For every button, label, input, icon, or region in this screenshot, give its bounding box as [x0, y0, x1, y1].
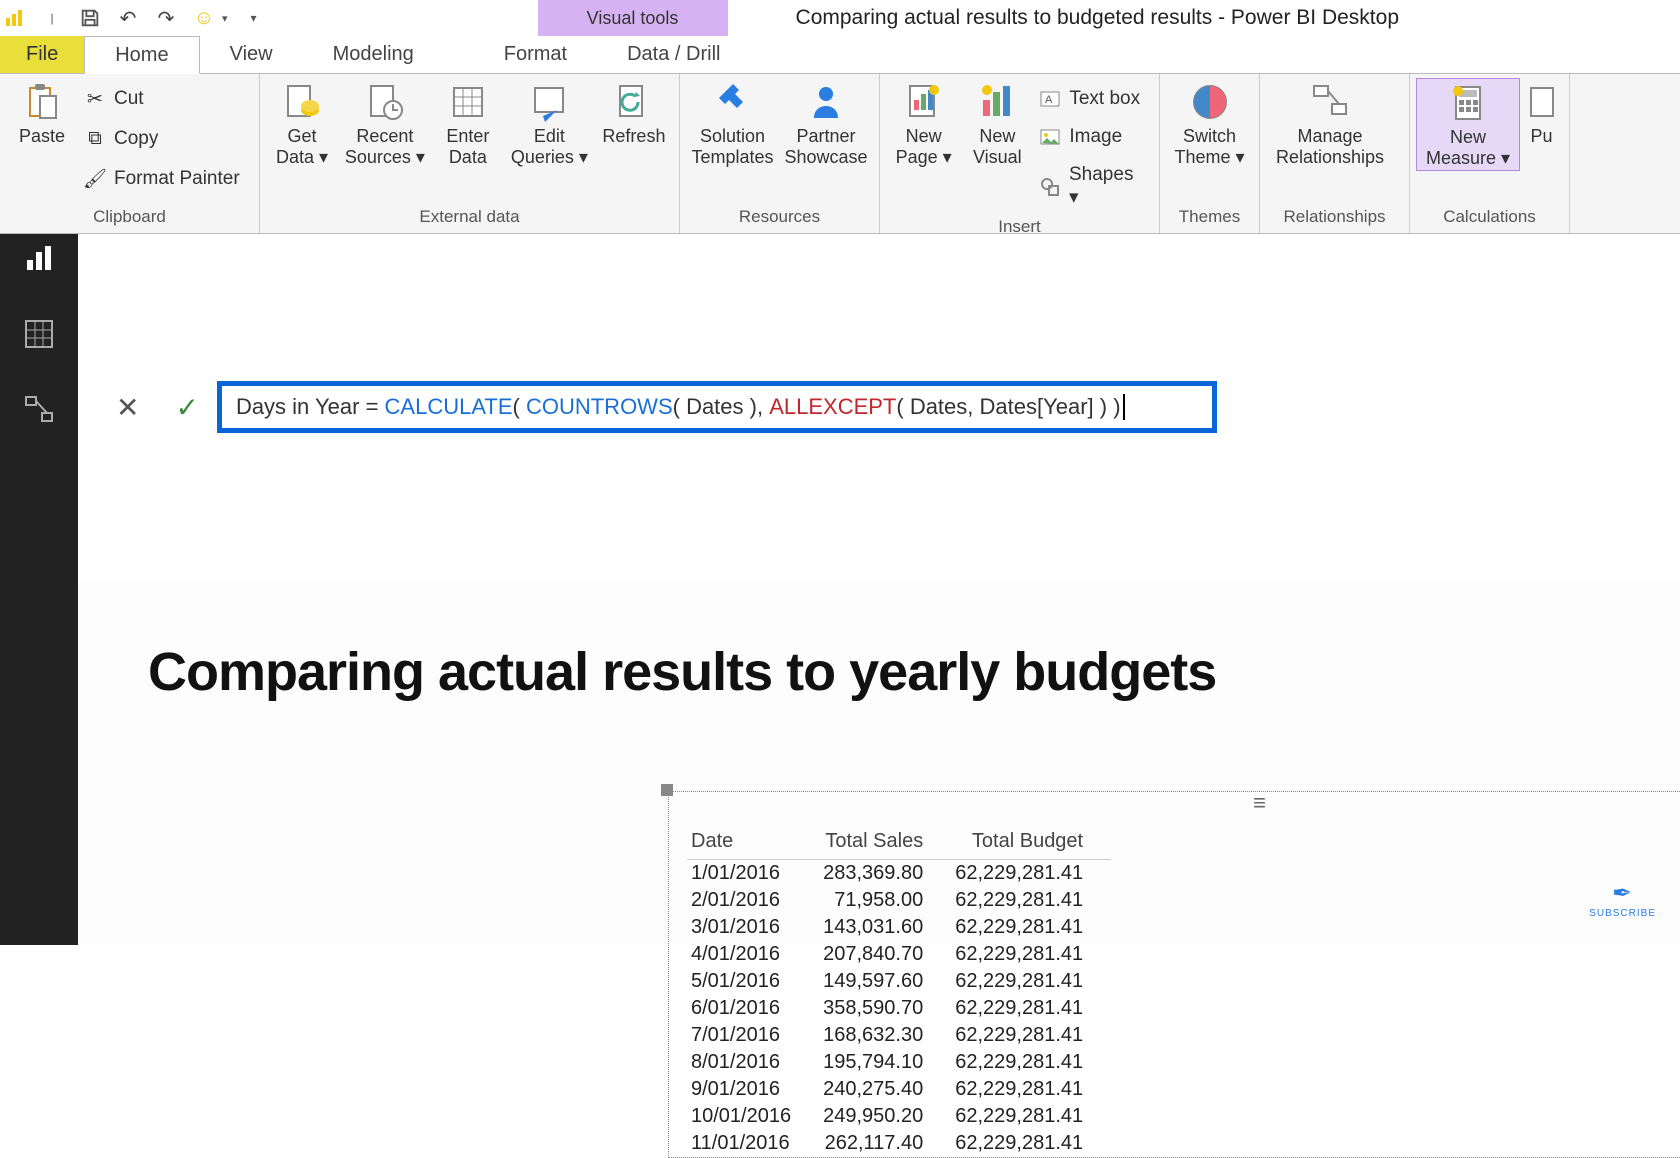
table-row[interactable]: 9/01/2016240,275.4062,229,281.41 — [687, 1076, 1111, 1103]
table-row[interactable]: 8/01/2016195,794.1062,229,281.41 — [687, 1049, 1111, 1076]
copy-icon: ⧉ — [84, 128, 106, 150]
group-relationships: Manage Relationships Relationships — [1260, 74, 1410, 233]
refresh-button[interactable]: Refresh — [595, 78, 673, 149]
table-row[interactable]: 2/01/201671,958.0062,229,281.41 — [687, 887, 1111, 914]
manage-relationships-button[interactable]: Manage Relationships — [1266, 78, 1394, 169]
qat-customize-icon[interactable]: ▾ — [242, 6, 266, 30]
table-row[interactable]: 1/01/2016283,369.8062,229,281.41 — [687, 859, 1111, 887]
group-external-data: Get Data ▾ Recent Sources ▾ Enter Data E… — [260, 74, 680, 233]
ribbon-tabs: File Home View Modeling Format Data / Dr… — [0, 36, 1680, 74]
report-canvas[interactable]: Comparing actual results to yearly budge… — [78, 581, 1680, 946]
redo-icon[interactable]: ↷ — [154, 6, 178, 30]
edit-queries-icon — [527, 80, 571, 124]
table-row[interactable]: 10/01/2016249,950.2062,229,281.41 — [687, 1103, 1111, 1130]
feedback-dropdown-icon[interactable]: ▾ — [222, 12, 228, 25]
publish-icon — [1520, 80, 1564, 124]
group-insert: New Page ▾ New Visual AText box Image Sh… — [880, 74, 1160, 233]
formula-bar: ✕ ✓ Days in Year = CALCULATE( COUNTROWS(… — [78, 234, 1680, 581]
quick-access-toolbar: | ↶ ↷ ☺ ▾ ▾ — [0, 0, 266, 36]
paste-button[interactable]: Paste — [6, 78, 78, 149]
new-visual-icon — [975, 80, 1019, 124]
group-resources: Solution Templates Partner Showcase Reso… — [680, 74, 880, 233]
recent-sources-icon — [363, 80, 407, 124]
svg-text:A: A — [1045, 94, 1053, 106]
formula-input[interactable]: Days in Year = CALCULATE( COUNTROWS( Dat… — [217, 381, 1217, 433]
new-page-button[interactable]: New Page ▾ — [886, 78, 961, 169]
get-data-button[interactable]: Get Data ▾ — [266, 78, 338, 169]
page-title: Comparing actual results to yearly budge… — [118, 611, 1640, 743]
table-row[interactable]: 6/01/2016358,590.7062,229,281.41 — [687, 995, 1111, 1022]
get-data-icon — [280, 80, 324, 124]
text-cursor — [1123, 394, 1125, 420]
new-visual-button[interactable]: New Visual — [961, 78, 1033, 169]
partner-showcase-icon — [804, 80, 848, 124]
group-themes: Switch Theme ▾ Themes — [1160, 74, 1260, 233]
subscribe-watermark: SUBSCRIBE — [1589, 879, 1656, 919]
cut-button[interactable]: ✂Cut — [78, 84, 246, 114]
paste-icon — [20, 80, 64, 124]
contextual-tab-label: Visual tools — [538, 0, 728, 36]
tab-home[interactable]: Home — [84, 36, 199, 74]
new-measure-button[interactable]: New Measure ▾ — [1416, 78, 1520, 171]
table-visual[interactable]: ≡ DateTotal SalesTotal Budget1/01/201628… — [668, 791, 1680, 1158]
table-header[interactable]: Total Budget — [951, 826, 1111, 860]
tab-view[interactable]: View — [200, 36, 303, 73]
save-icon[interactable] — [78, 6, 102, 30]
textbox-button[interactable]: AText box — [1033, 84, 1153, 114]
new-measure-icon — [1446, 81, 1490, 125]
qat-separator: | — [40, 6, 64, 30]
table-header[interactable]: Total Sales — [819, 826, 951, 860]
group-clipboard: Paste ✂Cut ⧉Copy 🖌Format Painter Clipboa… — [0, 74, 260, 233]
title-bar: | ↶ ↷ ☺ ▾ ▾ Visual tools Comparing actual… — [0, 0, 1680, 36]
table-row[interactable]: 5/01/2016149,597.6062,229,281.41 — [687, 968, 1111, 995]
enter-data-icon — [446, 80, 490, 124]
new-page-icon — [902, 80, 946, 124]
refresh-icon — [612, 80, 656, 124]
table-header[interactable]: Date — [687, 826, 819, 860]
feedback-smile-icon[interactable]: ☺ — [192, 6, 216, 30]
table-row[interactable]: 3/01/2016143,031.6062,229,281.41 — [687, 914, 1111, 941]
edit-queries-button[interactable]: Edit Queries ▾ — [504, 78, 595, 169]
data-view-icon[interactable] — [19, 314, 59, 354]
resize-handle[interactable] — [661, 784, 673, 796]
enter-data-button[interactable]: Enter Data — [432, 78, 504, 169]
format-painter-button[interactable]: 🖌Format Painter — [78, 164, 246, 194]
undo-icon[interactable]: ↶ — [116, 6, 140, 30]
commit-formula-icon[interactable]: ✓ — [157, 391, 216, 424]
recent-sources-button[interactable]: Recent Sources ▾ — [338, 78, 432, 169]
shapes-button[interactable]: Shapes ▾ — [1033, 160, 1153, 213]
tab-modeling[interactable]: Modeling — [303, 36, 444, 73]
table-row[interactable]: 11/01/2016262,117.4062,229,281.41 — [687, 1130, 1111, 1157]
table-row[interactable]: 7/01/2016168,632.3062,229,281.41 — [687, 1022, 1111, 1049]
data-table: DateTotal SalesTotal Budget1/01/2016283,… — [669, 792, 1680, 1157]
shapes-icon — [1039, 176, 1061, 198]
manage-relationships-icon — [1308, 80, 1352, 124]
group-calculations: New Measure ▾ Pu Calculations — [1410, 74, 1570, 233]
switch-theme-button[interactable]: Switch Theme ▾ — [1166, 78, 1253, 169]
format-painter-icon: 🖌 — [84, 168, 106, 190]
ribbon: Paste ✂Cut ⧉Copy 🖌Format Painter Clipboa… — [0, 74, 1680, 234]
tab-format[interactable]: Format — [474, 36, 597, 73]
view-rail — [0, 234, 78, 945]
solution-templates-icon — [711, 80, 755, 124]
switch-theme-icon — [1188, 80, 1232, 124]
textbox-icon: A — [1039, 88, 1061, 110]
image-button[interactable]: Image — [1033, 122, 1153, 152]
tab-file[interactable]: File — [0, 36, 84, 73]
solution-templates-button[interactable]: Solution Templates — [686, 78, 779, 169]
image-icon — [1039, 126, 1061, 148]
partner-showcase-button[interactable]: Partner Showcase — [779, 78, 873, 169]
report-view-icon[interactable] — [19, 238, 59, 278]
model-view-icon[interactable] — [19, 390, 59, 430]
publish-button-partial[interactable]: Pu — [1520, 78, 1563, 149]
cut-icon: ✂ — [84, 88, 106, 110]
window-title: Comparing actual results to budgeted res… — [728, 0, 1680, 36]
visual-options-icon[interactable]: ≡ — [1253, 790, 1268, 816]
app-logo-icon — [2, 6, 26, 30]
tab-data-drill[interactable]: Data / Drill — [597, 36, 750, 73]
cancel-formula-icon[interactable]: ✕ — [98, 391, 157, 424]
copy-button[interactable]: ⧉Copy — [78, 124, 246, 154]
